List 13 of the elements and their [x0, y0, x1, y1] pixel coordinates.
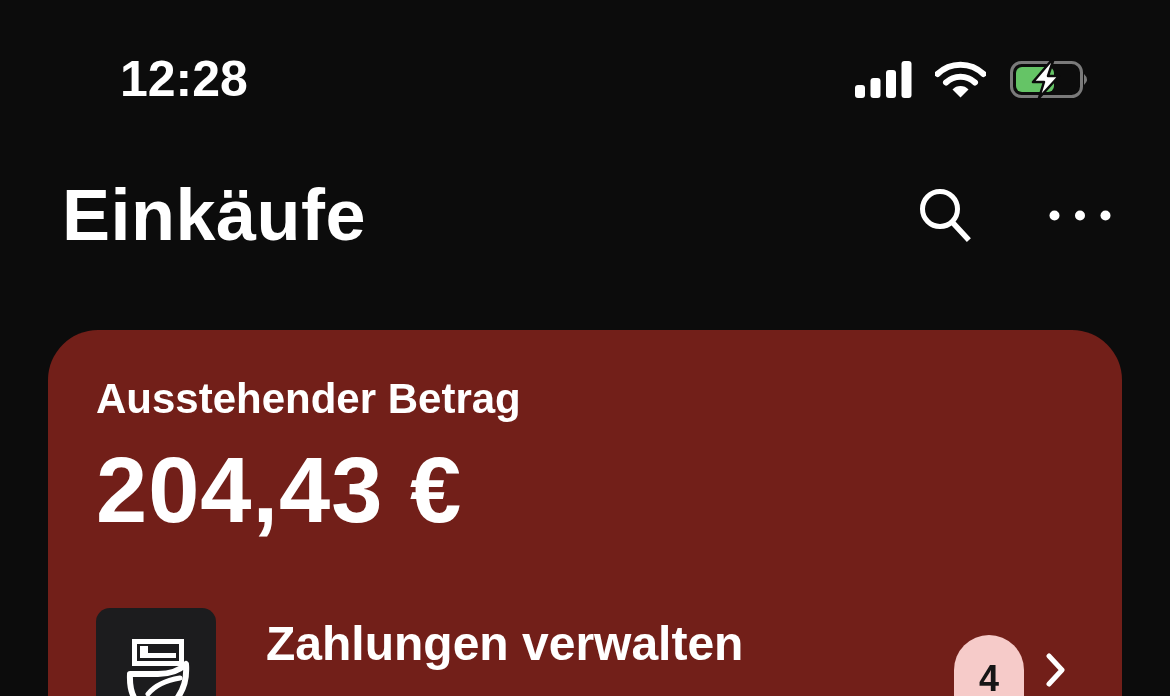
count-badge: 4 [954, 635, 1024, 696]
page-title: Einkäufe [62, 179, 367, 251]
search-icon [919, 188, 971, 242]
balance-label: Ausstehender Betrag [96, 378, 522, 420]
signal-icon [855, 60, 912, 98]
status-time: 12:28 [120, 54, 248, 104]
search-button[interactable] [918, 187, 972, 243]
cash-hand-icon [96, 608, 216, 696]
more-icon [1049, 209, 1111, 221]
wifi-icon [935, 60, 986, 98]
balance-amount: 204,43 € [96, 444, 464, 536]
row-title[interactable]: Zahlungen verwalten [266, 620, 744, 668]
chevron-right-icon[interactable] [1046, 653, 1066, 687]
